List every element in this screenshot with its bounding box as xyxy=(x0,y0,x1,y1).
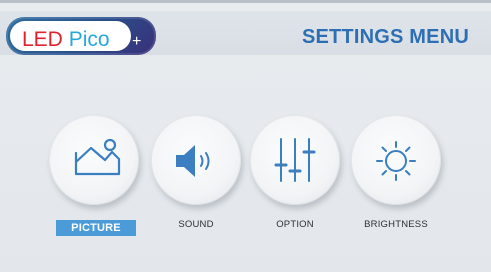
menu-item-picture[interactable] xyxy=(49,115,139,205)
picture-icon xyxy=(74,138,121,176)
menu-item-brightness[interactable] xyxy=(351,115,441,205)
menu-item-sound[interactable] xyxy=(151,115,241,205)
sun-icon xyxy=(376,141,416,181)
speaker-icon xyxy=(176,145,210,177)
brand-plus: + xyxy=(132,33,142,50)
sliders-icon xyxy=(274,138,316,182)
menu-label-sound[interactable]: SOUND xyxy=(166,217,226,233)
menu-label-picture[interactable]: PICTURE xyxy=(56,220,136,236)
projector-screen: LED Pico + SETTINGS MENU PICTURE SOUND O… xyxy=(0,0,491,272)
menu-label-option[interactable]: OPTION xyxy=(265,217,325,233)
page-title: SETTINGS MENU xyxy=(301,26,469,48)
brand-logo: LED Pico + xyxy=(6,17,156,55)
brand-logo-inner: LED Pico xyxy=(10,21,131,51)
menu-item-option[interactable] xyxy=(250,115,340,205)
menu-label-brightness[interactable]: BRIGHTNESS xyxy=(356,217,436,233)
brand-pico: Pico xyxy=(68,28,110,51)
brand-name: LED Pico xyxy=(22,25,110,55)
brand-led: LED xyxy=(22,28,63,51)
